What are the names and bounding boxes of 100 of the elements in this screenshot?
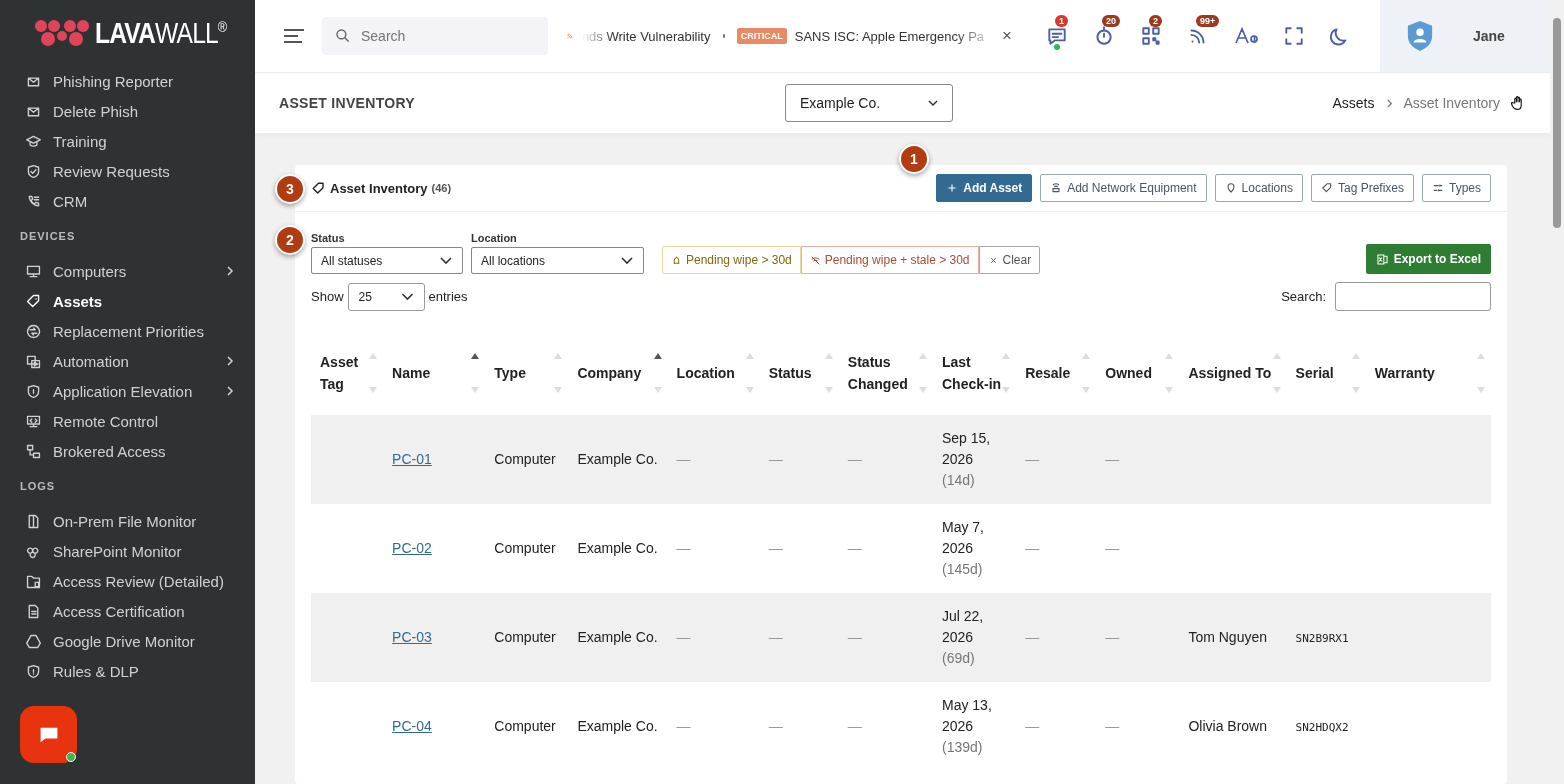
- sidebar-item[interactable]: CRM: [0, 186, 255, 216]
- toolbar-button[interactable]: Add Asset: [936, 174, 1033, 202]
- qr-code-icon[interactable]: [1140, 25, 1162, 47]
- filter-label: Location: [471, 232, 518, 244]
- asset-link[interactable]: PC-02: [392, 540, 432, 556]
- asset-link[interactable]: PC-01: [392, 451, 432, 467]
- asset-link[interactable]: PC-03: [392, 629, 432, 645]
- sidebar-item[interactable]: Replacement Priorities: [0, 316, 255, 346]
- sidebar-item[interactable]: Training: [0, 126, 255, 156]
- breadcrumb-item[interactable]: Assets: [1332, 95, 1375, 111]
- sidebar-item[interactable]: SharePoint Monitor: [0, 536, 255, 566]
- table-cell: Example Co.: [577, 540, 658, 556]
- table-search-field[interactable]: [1335, 282, 1491, 311]
- chat-button[interactable]: [20, 706, 77, 763]
- sidebar-item[interactable]: Computers: [0, 256, 255, 286]
- column-header[interactable]: Name: [383, 331, 486, 415]
- search-label: Search:: [1281, 289, 1326, 304]
- table-cell: Jul 22, 2026: [942, 608, 984, 645]
- tag-icon: [311, 180, 326, 196]
- filter-chip[interactable]: Clear: [978, 246, 1041, 274]
- column-header[interactable]: Assigned To: [1179, 331, 1287, 415]
- sliders-icon: [1432, 182, 1444, 194]
- filter-select[interactable]: All statuses: [311, 247, 463, 274]
- chevron-right-icon: [225, 386, 235, 396]
- circle-arrows-icon: [25, 322, 42, 340]
- page-size-select[interactable]: 25: [347, 282, 425, 311]
- chevron-down-icon: [439, 255, 453, 266]
- column-header[interactable]: Status: [759, 331, 839, 415]
- menu-icon[interactable]: [283, 28, 305, 44]
- user-shield-icon[interactable]: [1406, 20, 1434, 52]
- sidebar-item[interactable]: Access Certification: [0, 596, 255, 626]
- table-cell: —: [1105, 718, 1120, 734]
- search-field[interactable]: Search: [322, 17, 548, 55]
- sidebar-item[interactable]: Phishing Reporter: [0, 66, 255, 96]
- sidebar-item[interactable]: Google Drive Monitor: [0, 626, 255, 656]
- sidebar-item[interactable]: Review Requests: [0, 156, 255, 186]
- close-button[interactable]: ×: [998, 26, 1016, 46]
- wifi-off-icon: [809, 254, 821, 266]
- filter-chip[interactable]: Pending wipe > 30d: [662, 246, 801, 274]
- step-marker: 1: [899, 144, 929, 174]
- table-cell: Tom Nguyen: [1188, 629, 1267, 645]
- column-header[interactable]: Owned: [1096, 331, 1180, 415]
- tag-icon: [25, 292, 42, 310]
- pin-icon: [1224, 182, 1237, 194]
- severity-badge: CRITICAL: [736, 28, 787, 44]
- table-cell: Example Co.: [577, 629, 658, 645]
- search-icon: [335, 28, 351, 44]
- shield-check-icon: [25, 162, 42, 180]
- toolbar-button[interactable]: Tag Prefixes: [1310, 174, 1414, 202]
- sidebar-item[interactable]: Automation: [0, 346, 255, 376]
- filter-chip[interactable]: Pending wipe + stale > 30d: [800, 246, 979, 274]
- sidebar-item[interactable]: Access Review (Detailed): [0, 566, 255, 596]
- scrollbar-thumb[interactable]: [1553, 18, 1561, 228]
- entries-label: entries: [428, 289, 468, 304]
- column-header[interactable]: Warranty: [1365, 331, 1491, 415]
- table-cell: SN2HDQX2: [1295, 720, 1349, 734]
- count-badge: 99+: [1196, 15, 1220, 27]
- table-cell: —: [1105, 629, 1120, 645]
- chevron-down-icon: [928, 98, 938, 108]
- table-cell: Computer: [494, 718, 556, 734]
- news-headline[interactable]: SANS ISC: Apple Emergency Pa: [794, 28, 985, 44]
- company-select[interactable]: Example Co.: [785, 84, 953, 122]
- sidebar-item[interactable]: Assets: [0, 286, 255, 316]
- table-cell: Computer: [494, 540, 556, 556]
- toolbar-button[interactable]: Locations: [1214, 174, 1303, 202]
- column-header[interactable]: Serial: [1286, 331, 1366, 415]
- column-header[interactable]: Last Check-in: [933, 331, 1017, 415]
- export-button[interactable]: Export to Excel: [1365, 244, 1491, 274]
- column-header[interactable]: Asset Tag: [311, 331, 384, 415]
- section-heading: DEVICES: [19, 229, 77, 244]
- sidebar-item[interactable]: Brokered Access: [0, 436, 255, 466]
- column-header[interactable]: Company: [568, 331, 668, 415]
- sidebar-item[interactable]: Remote Control: [0, 406, 255, 436]
- timer-icon[interactable]: [1093, 25, 1115, 47]
- table-cell: —: [1025, 451, 1040, 467]
- toolbar-button[interactable]: Types: [1422, 174, 1491, 202]
- plus-icon: [946, 182, 959, 194]
- sidebar-item[interactable]: On-Prem File Monitor: [0, 506, 255, 536]
- sidebar-item[interactable]: Rules & DLP: [0, 656, 255, 686]
- spreadsheet-icon: [1375, 252, 1389, 266]
- column-header[interactable]: Type: [485, 331, 569, 415]
- asset-link[interactable]: PC-04: [392, 718, 432, 734]
- font-size-icon[interactable]: [1234, 26, 1258, 46]
- toolbar-button[interactable]: Add Network Equipment: [1040, 174, 1207, 202]
- table-cell: —: [847, 540, 862, 556]
- filter-select[interactable]: All locations: [471, 247, 644, 274]
- fullscreen-icon[interactable]: [1283, 25, 1305, 47]
- column-header[interactable]: Location: [667, 331, 760, 415]
- age-text: (145d): [942, 561, 983, 577]
- table-cell: —: [768, 451, 783, 467]
- user-name[interactable]: Jane: [1473, 28, 1505, 44]
- show-label: Show: [311, 289, 344, 304]
- chat-icon[interactable]: [1046, 25, 1068, 47]
- sidebar-item[interactable]: Application Elevation: [0, 376, 255, 406]
- column-header[interactable]: Status Changed: [838, 331, 933, 415]
- chevron-down-icon: [620, 255, 634, 266]
- sidebar-item[interactable]: Delete Phish: [0, 96, 255, 126]
- table-cell: —: [768, 718, 783, 734]
- section-heading: LOGS: [19, 479, 57, 494]
- column-header[interactable]: Resale: [1016, 331, 1097, 415]
